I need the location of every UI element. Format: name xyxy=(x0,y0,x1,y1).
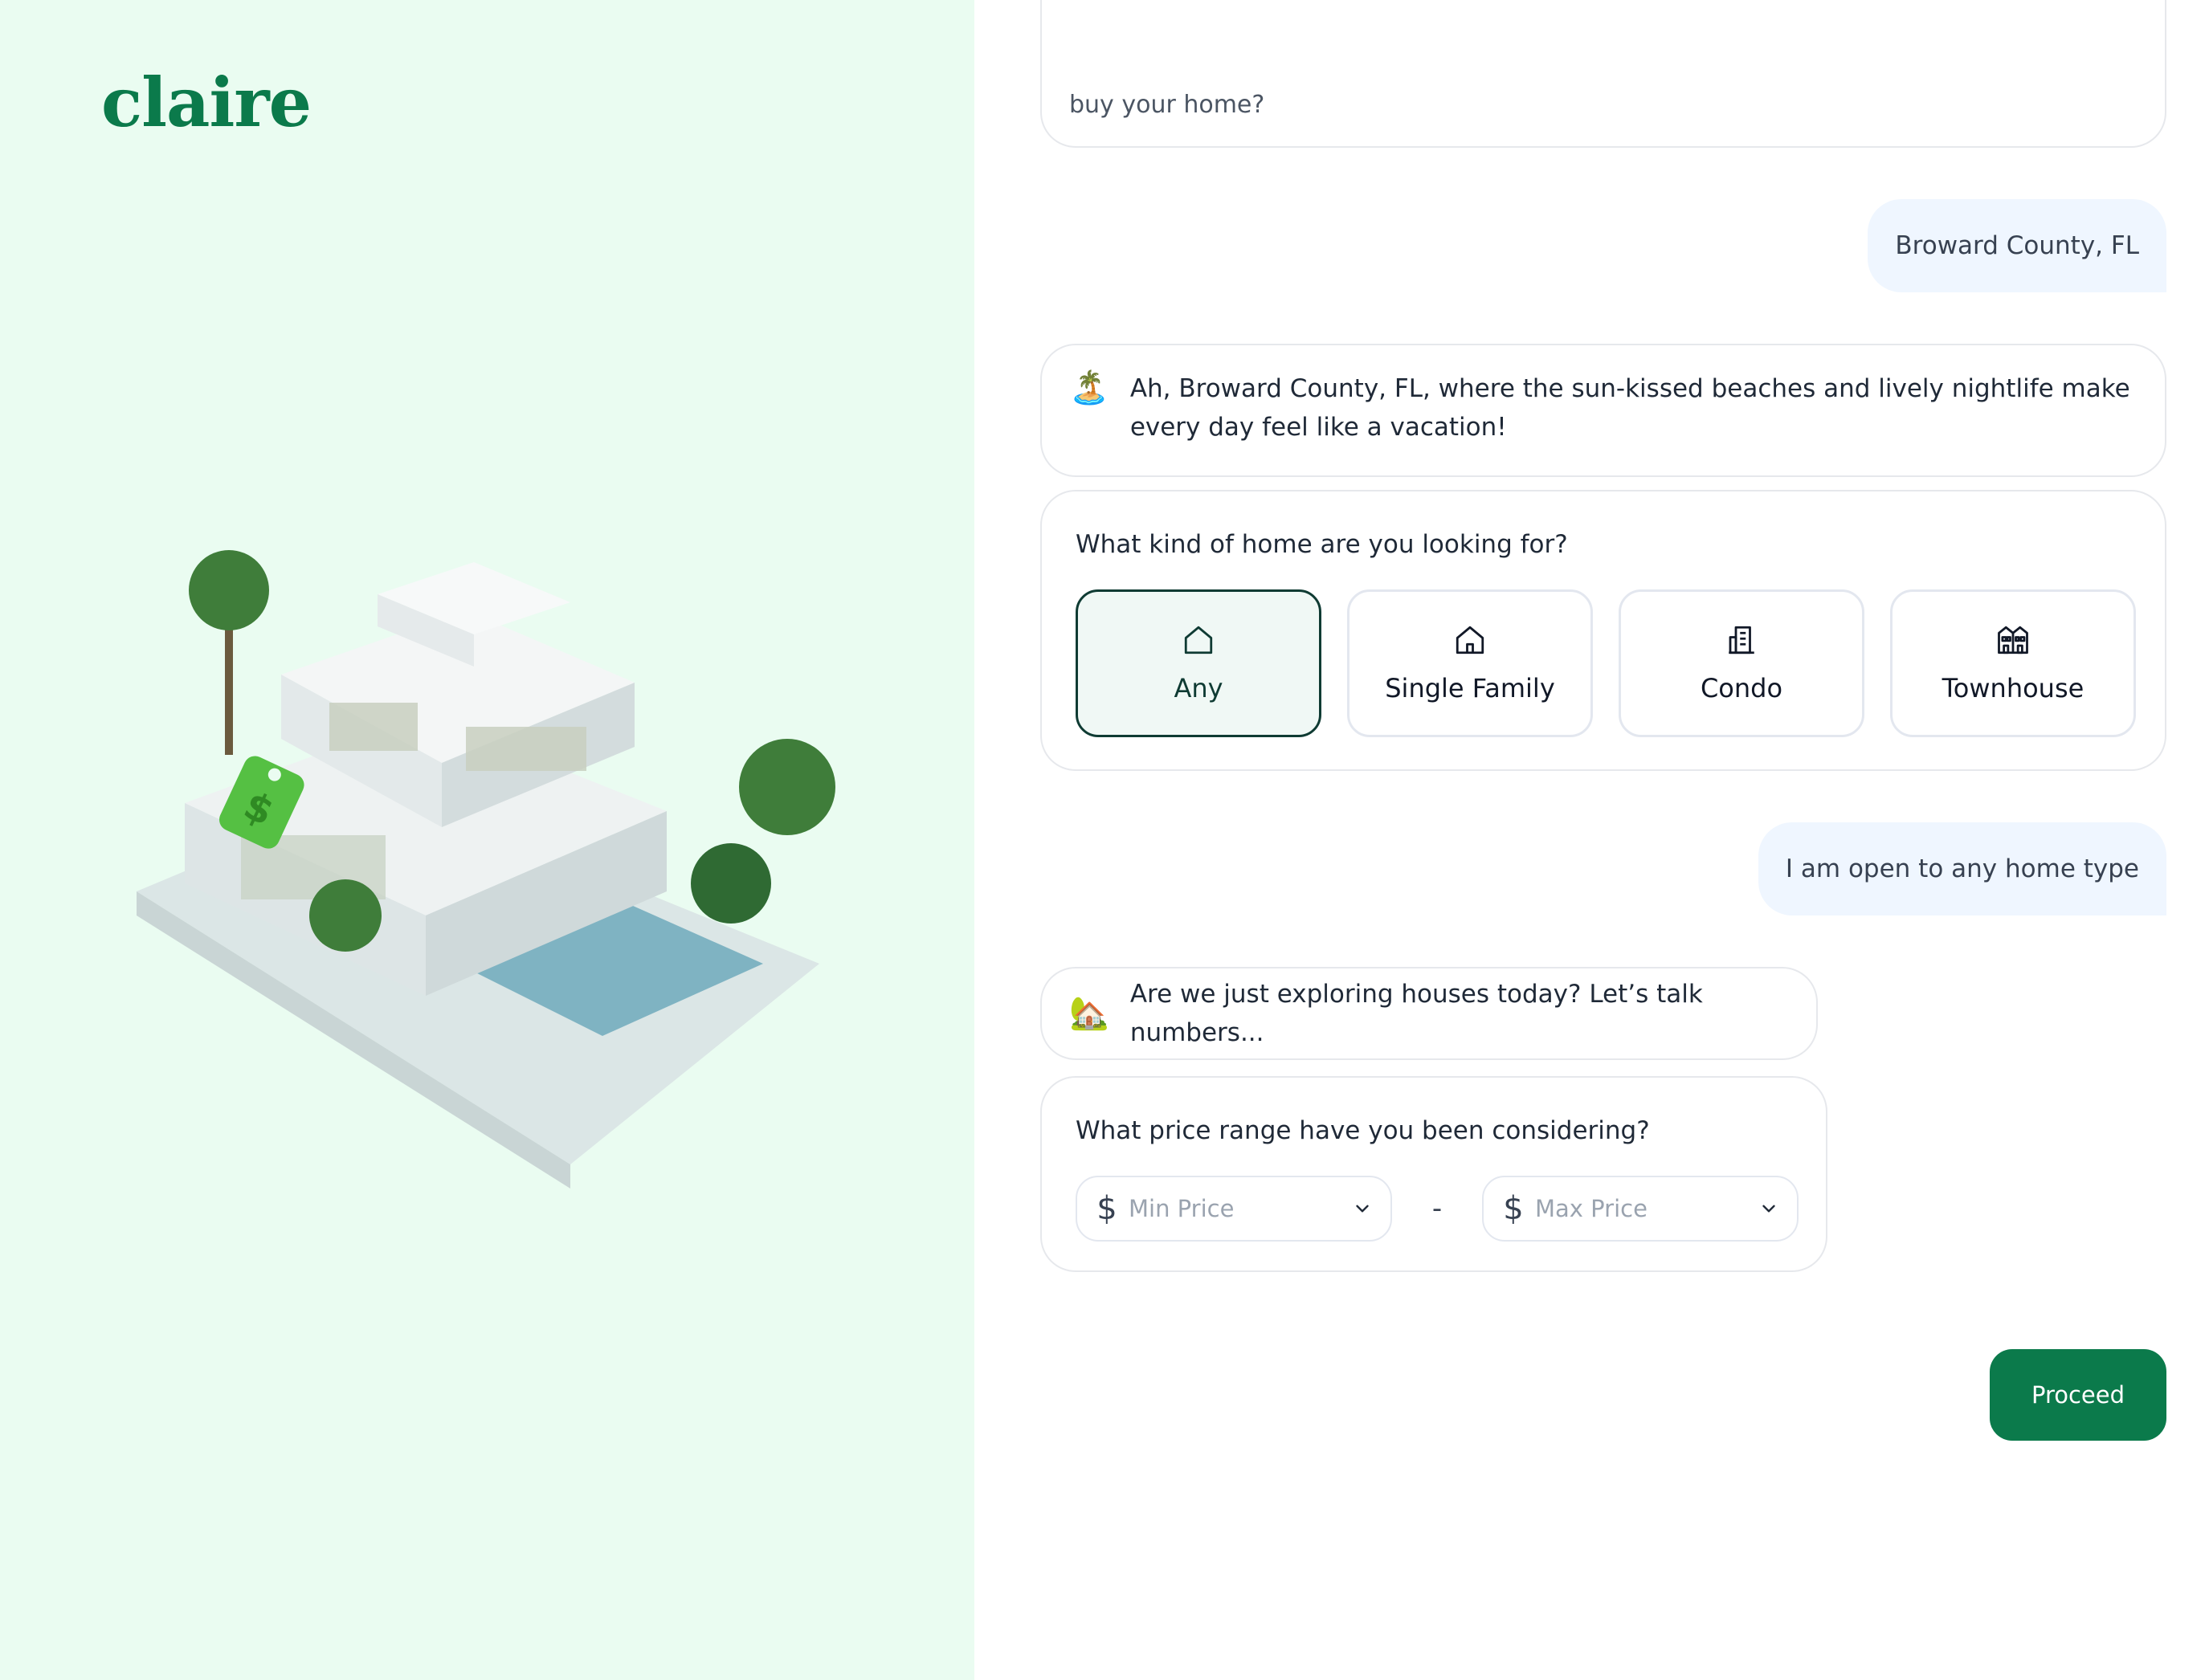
bot-message-explore: 🏡 Are we just exploring houses today? Le… xyxy=(1040,967,1818,1060)
previous-question-text: buy your home? xyxy=(1069,91,1265,119)
dollar-icon: $ xyxy=(1096,1190,1117,1227)
max-price-placeholder: Max Price xyxy=(1535,1195,1648,1222)
single-family-home-icon xyxy=(1456,626,1484,654)
price-range-question: What price range have you been consideri… xyxy=(1076,1116,1650,1145)
home-type-option-townhouse[interactable]: Townhouse xyxy=(1890,589,2136,737)
townhouse-icon xyxy=(1998,626,2028,654)
home-type-question-card: What kind of home are you looking for? A… xyxy=(1040,490,2166,771)
brand-logo[interactable]: claire xyxy=(101,63,312,142)
house-illustration: $ xyxy=(137,550,835,1189)
option-label: Single Family xyxy=(1385,673,1555,703)
option-label: Any xyxy=(1174,673,1223,703)
min-price-placeholder: Min Price xyxy=(1129,1195,1235,1222)
condo-building-icon xyxy=(1729,626,1754,654)
island-emoji-icon: 🏝️ xyxy=(1069,369,1109,406)
price-range-row: $ Min Price - $ Max Price xyxy=(1076,1176,1799,1242)
home-type-question: What kind of home are you looking for? xyxy=(1076,530,1568,559)
chevron-down-icon xyxy=(1762,1205,1775,1213)
option-label: Condo xyxy=(1700,673,1783,703)
house-garden-emoji-icon: 🏡 xyxy=(1069,995,1109,1032)
home-type-option-single-family[interactable]: Single Family xyxy=(1347,589,1593,737)
option-label: Townhouse xyxy=(1942,673,2084,703)
bot-message-text: Ah, Broward County, FL, where the sun-ki… xyxy=(1129,374,2130,442)
user-reply-location: Broward County, FL xyxy=(1868,199,2166,292)
price-separator: - xyxy=(1431,1193,1443,1225)
user-reply-text: I am open to any home type xyxy=(1785,854,2139,883)
proceed-button[interactable]: Proceed xyxy=(1990,1349,2166,1441)
bot-message-text: Are we just exploring houses today? Let’… xyxy=(1129,980,1703,1047)
left-panel: claire $ xyxy=(0,0,974,1680)
dollar-icon: $ xyxy=(1503,1190,1524,1227)
home-type-options: Any Single Family Condo Townhouse xyxy=(1076,589,2136,737)
previous-question-card: buy your home? xyxy=(1040,0,2166,148)
price-range-card: What price range have you been consideri… xyxy=(1040,1076,1827,1272)
home-type-option-any[interactable]: Any xyxy=(1076,589,1321,737)
min-price-select[interactable]: $ Min Price xyxy=(1076,1176,1392,1242)
chat-panel: buy your home? Broward County, FL 🏝️ Ah,… xyxy=(974,0,2209,1680)
chevron-down-icon xyxy=(1356,1205,1369,1213)
user-reply-text: Broward County, FL xyxy=(1895,231,2139,260)
user-reply-home-type: I am open to any home type xyxy=(1758,822,2166,915)
bot-message-location: 🏝️ Ah, Broward County, FL, where the sun… xyxy=(1040,344,2166,477)
home-type-option-condo[interactable]: Condo xyxy=(1619,589,1864,737)
max-price-select[interactable]: $ Max Price xyxy=(1482,1176,1799,1242)
house-outline-icon xyxy=(1184,626,1213,654)
